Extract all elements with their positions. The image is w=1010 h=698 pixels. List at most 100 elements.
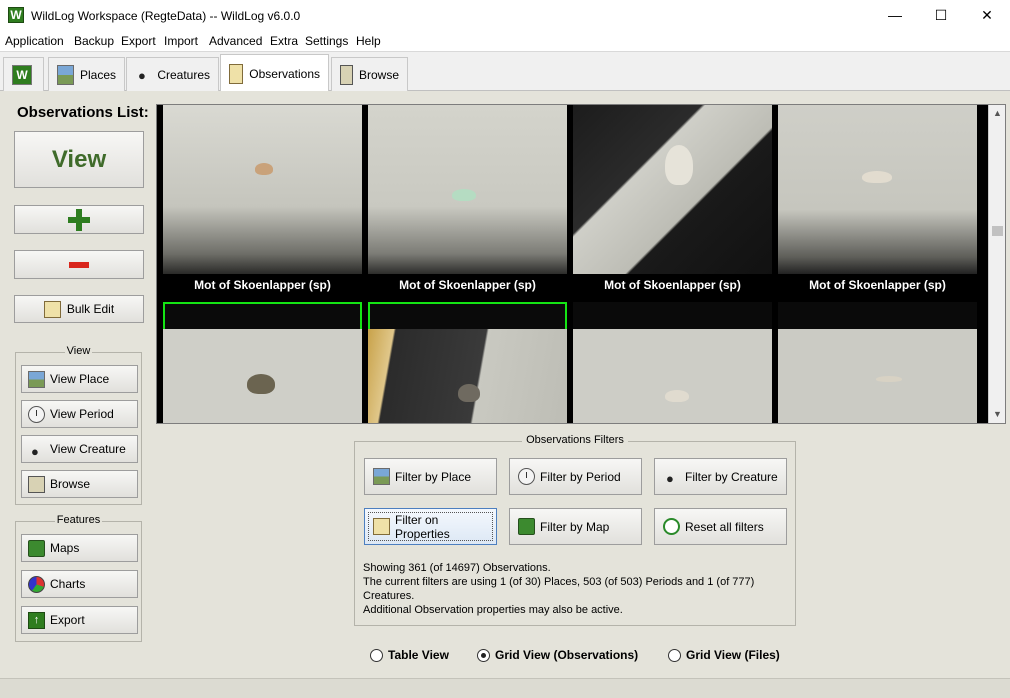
minimize-button[interactable]: — xyxy=(872,0,918,31)
grid-view-observations-label: Grid View (Observations) xyxy=(495,648,639,662)
grid-tile[interactable] xyxy=(163,302,362,423)
observation-photo xyxy=(163,105,362,274)
view-observation-button[interactable]: View xyxy=(14,131,144,188)
notes-icon xyxy=(373,518,390,535)
radio-circle[interactable] xyxy=(668,648,681,662)
grid-tile[interactable] xyxy=(368,302,567,423)
clock-icon xyxy=(518,468,535,485)
grid-tile[interactable]: Mot of Skoenlapper (sp) xyxy=(368,105,567,296)
tile-caption: Mot of Skoenlapper (sp) xyxy=(573,274,772,296)
menu-application[interactable]: Application xyxy=(5,34,64,48)
view-place-button[interactable]: View Place xyxy=(21,365,138,393)
moth-image xyxy=(247,374,275,394)
tab-creatures-label: Creatures xyxy=(157,67,210,82)
menu-import[interactable]: Import xyxy=(164,34,198,48)
tab-observations[interactable]: Observations xyxy=(220,54,329,92)
clock-icon xyxy=(28,405,45,423)
export-button[interactable]: ↑ Export xyxy=(21,606,138,634)
view-creature-button[interactable]: View Creature xyxy=(21,435,138,463)
notes-icon xyxy=(229,63,244,84)
book-icon xyxy=(340,64,353,85)
browse-button[interactable]: Browse xyxy=(21,470,138,498)
moth-image xyxy=(665,145,693,185)
tab-observations-label: Observations xyxy=(249,66,320,81)
landscape-icon xyxy=(373,468,390,485)
tab-places[interactable]: Places xyxy=(48,57,125,91)
landscape-icon xyxy=(57,64,74,85)
filter-summary: Showing 361 (of 14697) Observations. The… xyxy=(363,561,783,617)
observation-photo xyxy=(778,105,977,274)
grid-tile[interactable]: Mot of Skoenlapper (sp) xyxy=(778,105,977,296)
map-icon xyxy=(518,518,535,535)
menu-advanced[interactable]: Advanced xyxy=(209,34,262,48)
paw-icon xyxy=(135,65,151,85)
view-place-label: View Place xyxy=(50,372,110,386)
grid-tile[interactable]: Mot of Skoenlapper (sp) xyxy=(573,105,772,296)
observations-filters: Observations Filters Filter by Place Fil… xyxy=(354,434,796,626)
grid-tile[interactable] xyxy=(573,302,772,423)
tab-browse[interactable]: Browse xyxy=(331,57,408,91)
summary-line: Showing 361 (of 14697) Observations. xyxy=(363,562,551,574)
table-view-radio[interactable]: Table View xyxy=(370,648,449,662)
view-group: View View Place View Period View Creatur… xyxy=(15,345,142,505)
tab-creatures[interactable]: Creatures xyxy=(126,57,219,91)
close-button[interactable]: ✕ xyxy=(964,0,1010,31)
filter-by-map-button[interactable]: Filter by Map xyxy=(509,508,642,545)
plus-icon xyxy=(68,208,90,231)
tab-home[interactable]: W xyxy=(3,57,44,91)
scroll-thumb[interactable] xyxy=(992,226,1003,236)
menu-backup[interactable]: Backup xyxy=(74,34,114,48)
delete-observation-button[interactable] xyxy=(14,250,144,279)
menu-export[interactable]: Export xyxy=(121,34,156,48)
moth-image xyxy=(452,189,476,201)
filter-by-place-label: Filter by Place xyxy=(395,469,472,484)
filter-on-properties-button[interactable]: Filter on Properties xyxy=(364,508,497,545)
view-creature-label: View Creature xyxy=(50,442,126,456)
moth-image xyxy=(665,390,689,402)
scroll-up-icon[interactable]: ▲ xyxy=(989,105,1005,122)
observations-grid[interactable]: Mot of Skoenlapper (sp) Mot of Skoenlapp… xyxy=(156,104,1006,424)
filter-by-place-button[interactable]: Filter by Place xyxy=(364,458,497,495)
menu-settings[interactable]: Settings xyxy=(305,34,348,48)
features-group-legend: Features xyxy=(54,514,103,526)
view-group-legend: View xyxy=(64,345,93,357)
paw-icon xyxy=(28,441,45,459)
filter-by-period-label: Filter by Period xyxy=(540,469,621,484)
add-observation-button[interactable] xyxy=(14,205,144,234)
view-period-button[interactable]: View Period xyxy=(21,400,138,428)
menu-extra[interactable]: Extra xyxy=(270,34,298,48)
moth-image xyxy=(876,376,902,382)
filters-legend: Observations Filters xyxy=(522,434,628,446)
grid-scrollbar[interactable]: ▲ ▼ xyxy=(988,105,1005,423)
filter-by-map-label: Filter by Map xyxy=(540,519,610,534)
maximize-button[interactable]: ☐ xyxy=(918,0,964,31)
grid-view-files-radio[interactable]: Grid View (Files) xyxy=(668,648,780,662)
moth-image xyxy=(458,384,480,402)
filter-by-period-button[interactable]: Filter by Period xyxy=(509,458,642,495)
radio-circle[interactable] xyxy=(477,648,490,662)
maps-button[interactable]: Maps xyxy=(21,534,138,562)
tab-places-label: Places xyxy=(79,67,116,82)
wildlog-app-icon: W xyxy=(8,7,24,23)
grid-tile[interactable]: Mot of Skoenlapper (sp) xyxy=(163,105,362,296)
page-title: Observations List: xyxy=(17,104,149,121)
menu-help[interactable]: Help xyxy=(356,34,381,48)
charts-button[interactable]: Charts xyxy=(21,570,138,598)
scroll-down-icon[interactable]: ▼ xyxy=(989,406,1005,423)
main-panel: Observations List: View Bulk Edit View V… xyxy=(0,91,1010,678)
grid-tile[interactable] xyxy=(778,302,977,423)
status-bar xyxy=(0,678,1010,698)
filter-by-creature-button[interactable]: Filter by Creature xyxy=(654,458,787,495)
grid-view-observations-radio[interactable]: Grid View (Observations) xyxy=(477,648,638,662)
export-label: Export xyxy=(50,613,85,627)
paw-icon xyxy=(663,468,680,486)
reset-all-filters-button[interactable]: Reset all filters xyxy=(654,508,787,545)
export-arrow-icon: ↑ xyxy=(28,611,45,629)
reset-all-filters-label: Reset all filters xyxy=(685,519,764,534)
tile-caption: Mot of Skoenlapper (sp) xyxy=(163,274,362,296)
radio-circle[interactable] xyxy=(370,648,383,662)
browse-label: Browse xyxy=(50,477,91,491)
menu-bar: Application Backup Export Import Advance… xyxy=(0,31,1010,51)
bulk-edit-button[interactable]: Bulk Edit xyxy=(14,295,144,323)
pie-chart-icon xyxy=(28,575,45,593)
